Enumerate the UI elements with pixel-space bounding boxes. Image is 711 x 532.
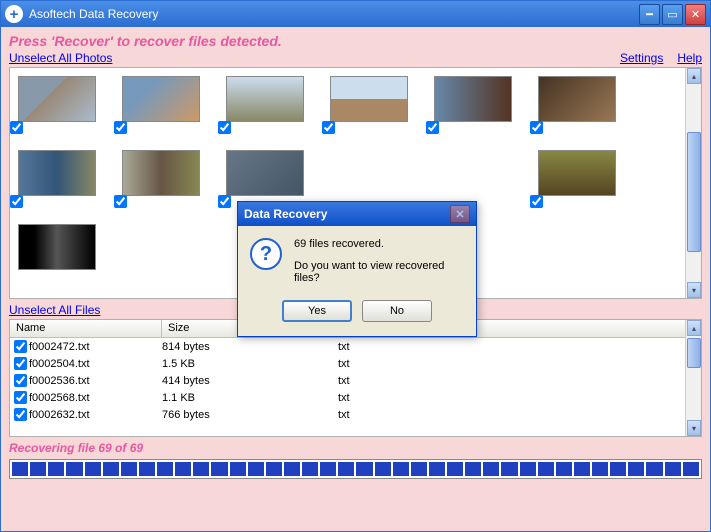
photo-thumbnail <box>226 150 304 196</box>
unselect-all-photos-link[interactable]: Unselect All Photos <box>9 51 112 65</box>
photo-checkbox[interactable] <box>114 121 127 134</box>
dialog-line2: Do you want to view recovered files? <box>294 260 464 284</box>
help-link[interactable]: Help <box>677 51 702 65</box>
photo-item[interactable] <box>18 76 96 122</box>
progress-bar <box>9 459 702 479</box>
photo-item[interactable] <box>18 150 96 196</box>
scroll-up-button[interactable]: ▴ <box>687 320 701 336</box>
status-text: Recovering file 69 of 69 <box>9 441 702 455</box>
file-ext: txt <box>338 409 701 421</box>
dialog-close-button[interactable]: ✕ <box>450 205 470 223</box>
photo-thumbnail <box>434 76 512 122</box>
dialog-message: 69 files recovered. Do you want to view … <box>294 238 464 294</box>
photo-checkbox[interactable] <box>114 195 127 208</box>
top-link-row: Unselect All Photos Settings Help <box>9 51 702 65</box>
table-row[interactable]: f0002472.txt 814 bytestxt <box>10 338 701 355</box>
file-size: 814 bytes <box>162 341 338 353</box>
photo-checkbox[interactable] <box>218 195 231 208</box>
photo-checkbox[interactable] <box>530 121 543 134</box>
photo-item[interactable] <box>538 150 616 196</box>
titlebar: + Asoftech Data Recovery ━ ▭ ✕ <box>1 1 710 27</box>
table-row[interactable]: f0002504.txt 1.5 KBtxt <box>10 355 701 372</box>
instruction-text: Press 'Recover' to recover files detecte… <box>9 33 702 49</box>
file-size: 1.5 KB <box>162 358 338 370</box>
photo-item[interactable] <box>226 150 304 196</box>
photo-item[interactable] <box>434 76 512 122</box>
no-button[interactable]: No <box>362 300 432 322</box>
file-ext: txt <box>338 392 701 404</box>
photo-item[interactable] <box>330 76 408 122</box>
settings-link[interactable]: Settings <box>620 51 663 65</box>
table-row[interactable]: f0002632.txt 766 bytestxt <box>10 406 701 423</box>
photo-checkbox[interactable] <box>530 195 543 208</box>
photo-item[interactable] <box>538 76 616 122</box>
file-name: f0002568.txt <box>29 392 90 404</box>
maximize-button[interactable]: ▭ <box>662 4 683 25</box>
photo-thumbnail <box>18 76 96 122</box>
file-name: f0002504.txt <box>29 358 90 370</box>
scroll-thumb[interactable] <box>687 338 701 368</box>
file-name: f0002472.txt <box>29 341 90 353</box>
app-icon: + <box>5 5 23 23</box>
question-icon: ? <box>250 238 282 270</box>
photo-item[interactable] <box>226 76 304 122</box>
file-ext: txt <box>338 341 701 353</box>
app-window: + Asoftech Data Recovery ━ ▭ ✕ Press 'Re… <box>0 0 711 532</box>
dialog-title-text: Data Recovery <box>244 207 450 221</box>
file-checkbox[interactable] <box>14 374 27 387</box>
scroll-up-button[interactable]: ▴ <box>687 68 701 84</box>
file-size: 414 bytes <box>162 375 338 387</box>
file-checkbox[interactable] <box>14 357 27 370</box>
file-name: f0002632.txt <box>29 409 90 421</box>
photo-thumbnail <box>122 150 200 196</box>
recovery-dialog: Data Recovery ✕ ? 69 files recovered. Do… <box>237 201 477 337</box>
table-row[interactable]: f0002536.txt 414 bytestxt <box>10 372 701 389</box>
scroll-down-button[interactable]: ▾ <box>687 282 701 298</box>
close-button[interactable]: ✕ <box>685 4 706 25</box>
photo-checkbox[interactable] <box>426 121 439 134</box>
file-checkbox[interactable] <box>14 408 27 421</box>
dialog-titlebar: Data Recovery ✕ <box>238 202 476 226</box>
photo-thumbnail <box>122 76 200 122</box>
file-checkbox[interactable] <box>14 340 27 353</box>
minimize-button[interactable]: ━ <box>639 4 660 25</box>
dialog-line1: 69 files recovered. <box>294 238 464 250</box>
window-title: Asoftech Data Recovery <box>29 7 637 21</box>
photo-thumbnail <box>330 76 408 122</box>
yes-button[interactable]: Yes <box>282 300 352 322</box>
table-row[interactable]: f0002568.txt 1.1 KBtxt <box>10 389 701 406</box>
photo-thumbnail <box>538 150 616 196</box>
file-ext: txt <box>338 375 701 387</box>
photo-checkbox[interactable] <box>322 121 335 134</box>
scroll-down-button[interactable]: ▾ <box>687 420 701 436</box>
photo-item[interactable] <box>122 150 200 196</box>
photo-thumbnail <box>18 224 96 270</box>
photo-thumbnail <box>226 76 304 122</box>
file-checkbox[interactable] <box>14 391 27 404</box>
photo-thumbnail <box>18 150 96 196</box>
photo-scrollbar[interactable]: ▴ ▾ <box>685 68 701 298</box>
photo-checkbox[interactable] <box>10 195 23 208</box>
file-size: 1.1 KB <box>162 392 338 404</box>
file-name: f0002536.txt <box>29 375 90 387</box>
photo-checkbox[interactable] <box>10 121 23 134</box>
file-scrollbar[interactable]: ▴ ▾ <box>685 320 701 436</box>
file-size: 766 bytes <box>162 409 338 421</box>
unselect-all-files-link[interactable]: Unselect All Files <box>9 303 100 317</box>
photo-item[interactable] <box>122 76 200 122</box>
file-ext: txt <box>338 358 701 370</box>
photo-thumbnail <box>538 76 616 122</box>
photo-item[interactable] <box>18 224 96 270</box>
photo-checkbox[interactable] <box>218 121 231 134</box>
scroll-thumb[interactable] <box>687 132 701 252</box>
column-header-name[interactable]: Name <box>10 320 162 337</box>
